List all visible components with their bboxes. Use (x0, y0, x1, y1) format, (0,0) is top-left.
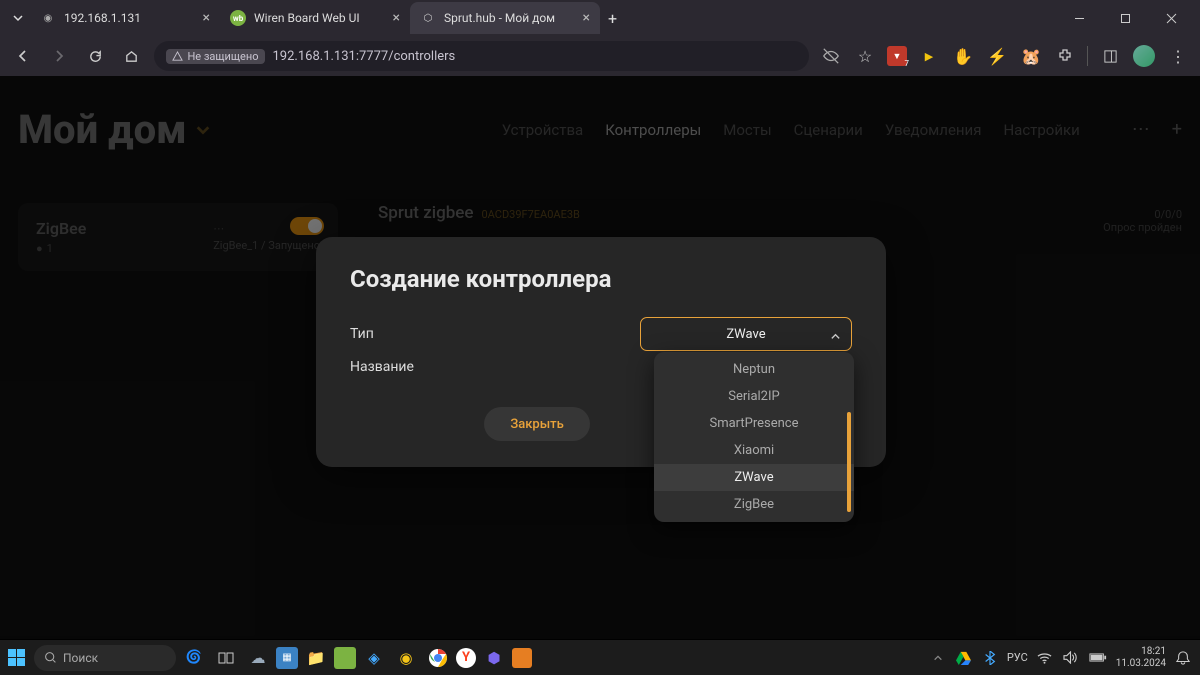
close-window-button[interactable] (1148, 0, 1194, 36)
ext-icon-cat[interactable]: 🐹 (1019, 44, 1043, 68)
tb-taskview-icon[interactable] (212, 644, 240, 672)
tb-drive-icon[interactable] (955, 644, 973, 672)
dropdown-scrollbar[interactable] (847, 412, 851, 512)
windows-taskbar: Поиск 🌀 ☁ ▦ 📁 ◈ ◉ Y ⬢ РУС 18:2 (0, 639, 1200, 675)
dropdown-option[interactable]: SmartPresence (654, 410, 854, 437)
address-bar[interactable]: Не защищено 192.168.1.131:7777/controlle… (154, 41, 809, 71)
browser-tab-active[interactable]: ⬡ Sprut.hub - Мой дом × (410, 2, 600, 34)
eye-off-icon[interactable] (819, 44, 843, 68)
nav-bar: Не защищено 192.168.1.131:7777/controlle… (0, 36, 1200, 76)
wb-favicon: wb (230, 10, 246, 26)
tb-yandex-icon[interactable]: Y (456, 648, 476, 668)
close-icon[interactable]: × (203, 11, 210, 25)
minimize-button[interactable] (1056, 0, 1102, 36)
tb-wifi-icon[interactable] (1036, 644, 1054, 672)
name-label: Название (350, 359, 640, 375)
insecure-badge: Не защищено (166, 49, 264, 64)
browser-menu-icon[interactable]: ⋮ (1166, 44, 1190, 68)
tb-opera-icon[interactable]: ◉ (392, 644, 420, 672)
close-icon[interactable]: × (583, 11, 590, 25)
tab-list-dropdown[interactable] (6, 6, 30, 30)
tb-weather-icon[interactable]: ☁ (244, 644, 272, 672)
sprut-favicon: ⬡ (420, 10, 436, 26)
tb-battery-icon[interactable] (1088, 644, 1108, 672)
tb-sketchup-icon[interactable]: ◈ (360, 644, 388, 672)
tb-bluetooth-icon[interactable] (981, 644, 999, 672)
tb-app-icon[interactable] (334, 647, 356, 669)
ext-icon-shield[interactable]: ▼7 (887, 46, 907, 66)
modal-title: Создание контроллера (350, 265, 852, 293)
type-label: Тип (350, 326, 640, 342)
chevron-up-icon (830, 327, 841, 342)
tb-tray-up-icon[interactable] (929, 644, 947, 672)
tb-lang[interactable]: РУС (1007, 651, 1028, 664)
start-button[interactable] (8, 649, 26, 667)
dropdown-option[interactable]: ZigBee (654, 491, 854, 518)
globe-icon: ◉ (40, 10, 56, 26)
select-value: ZWave (726, 327, 765, 342)
forward-button[interactable] (46, 42, 72, 70)
dropdown-option[interactable]: Xiaomi (654, 437, 854, 464)
new-tab-button[interactable]: + (600, 9, 625, 28)
home-button[interactable] (118, 42, 144, 70)
tb-chrome-icon[interactable] (424, 644, 452, 672)
tb-clock[interactable]: 18:21 11.03.2024 (1116, 646, 1166, 670)
maximize-button[interactable] (1102, 0, 1148, 36)
type-select[interactable]: ZWave (640, 317, 852, 351)
tb-volume-icon[interactable] (1062, 644, 1080, 672)
profile-avatar[interactable] (1132, 44, 1156, 68)
dropdown-option-selected[interactable]: ZWave (654, 464, 854, 491)
tab-title: Sprut.hub - Мой дом (444, 11, 575, 25)
side-panel-icon[interactable] (1098, 44, 1122, 68)
browser-tab[interactable]: wb Wiren Board Web UI × (220, 2, 410, 34)
tb-copilot-icon[interactable]: 🌀 (180, 644, 208, 672)
ext-icon-bolt[interactable]: ⚡ (985, 44, 1009, 68)
browser-tab[interactable]: ◉ 192.168.1.131 × (30, 2, 220, 34)
tab-title: 192.168.1.131 (64, 11, 195, 25)
tab-bar: ◉ 192.168.1.131 × wb Wiren Board Web UI … (0, 0, 1200, 36)
ext-icon-hand[interactable]: ✋ (951, 44, 975, 68)
tab-title: Wiren Board Web UI (254, 11, 385, 25)
tb-app2-icon[interactable]: ⬢ (480, 644, 508, 672)
ext-icon-play[interactable]: ▶ (917, 44, 941, 68)
taskbar-search[interactable]: Поиск (34, 645, 176, 671)
close-icon[interactable]: × (393, 11, 400, 25)
tb-explorer-icon[interactable]: 📁 (302, 644, 330, 672)
url-text: 192.168.1.131:7777/controllers (273, 49, 456, 64)
tb-app3-icon[interactable] (512, 648, 532, 668)
bookmark-star-icon[interactable]: ☆ (853, 44, 877, 68)
dropdown-option[interactable]: Neptun (654, 356, 854, 383)
close-button[interactable]: Закрыть (484, 407, 589, 441)
search-placeholder: Поиск (63, 651, 98, 665)
extensions-icon[interactable] (1053, 44, 1077, 68)
tb-notification-icon[interactable] (1174, 644, 1192, 672)
dropdown-option[interactable]: Serial2IP (654, 383, 854, 410)
back-button[interactable] (10, 42, 36, 70)
tb-calc-icon[interactable]: ▦ (276, 647, 298, 669)
reload-button[interactable] (82, 42, 108, 70)
type-dropdown: Neptun Serial2IP SmartPresence Xiaomi ZW… (654, 352, 854, 522)
